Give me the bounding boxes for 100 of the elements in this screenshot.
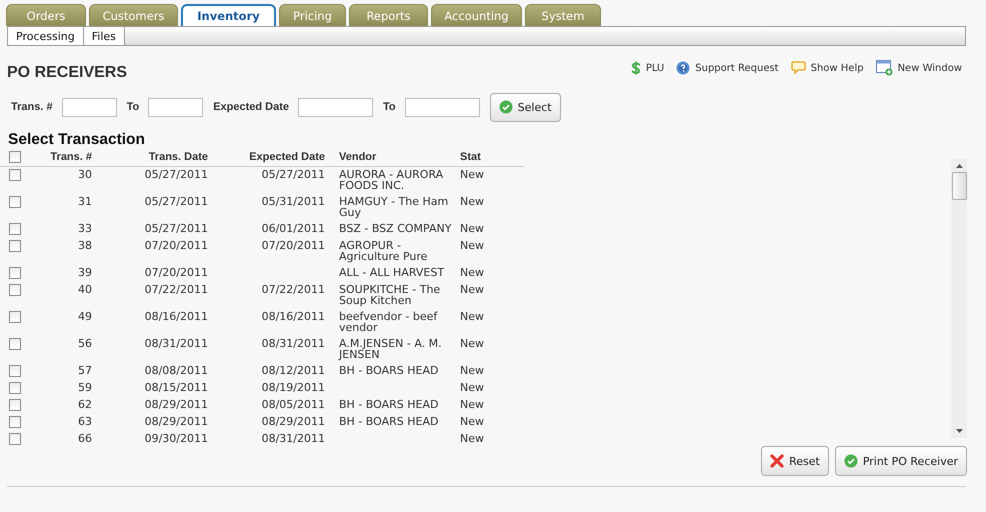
print-button[interactable]: Print PO Receiver (834, 446, 967, 476)
row-checkbox[interactable] (9, 284, 21, 296)
reset-button[interactable]: Reset (761, 446, 829, 476)
table-cell: 31 (78, 195, 92, 208)
table-cell: ALL - ALL HARVEST (339, 266, 444, 279)
table-cell: 05/31/2011 (262, 195, 325, 208)
table-cell: 39 (78, 266, 92, 279)
table-cell: BH - BOARS HEAD (339, 415, 438, 428)
table-cell: SOUPKITCHE - The Soup Kitchen (339, 283, 440, 307)
table-cell: 05/27/2011 (262, 168, 325, 181)
help-icon (676, 61, 690, 75)
select-all-checkbox[interactable] (9, 151, 21, 163)
table-cell: New (460, 337, 484, 350)
table-cell: 07/20/2011 (144, 266, 208, 279)
toolbar-link[interactable]: New Window (876, 60, 962, 76)
row-checkbox[interactable] (9, 223, 21, 235)
table-cell: New (460, 195, 484, 208)
table-cell: A.M.JENSEN - A. M. JENSEN (339, 337, 442, 361)
table-cell: 08/08/2011 (144, 364, 208, 377)
row-checkbox[interactable] (9, 365, 21, 377)
table-cell: 05/27/2011 (144, 168, 208, 181)
input-field[interactable] (62, 98, 117, 116)
table-cell: 08/31/2011 (144, 337, 208, 350)
new-window-icon (876, 60, 893, 76)
dollar-icon (630, 60, 641, 76)
table-cell: 56 (78, 337, 92, 350)
table-cell: New (460, 283, 484, 296)
table-cell: 38 (78, 239, 92, 252)
table-cell: 07/22/2011 (144, 283, 208, 296)
sub-tab[interactable]: Files (84, 27, 125, 45)
row-checkbox[interactable] (9, 338, 21, 350)
table-cell: New (460, 222, 484, 235)
check-icon (844, 454, 858, 468)
toolbar-link[interactable]: PLU (630, 60, 664, 76)
table-cell: New (460, 168, 484, 181)
column-header: Expected Date (249, 151, 325, 163)
check-icon (498, 100, 513, 114)
row-checkbox[interactable] (9, 169, 21, 181)
column-header: Vendor (339, 151, 376, 163)
field-label: To (383, 101, 396, 113)
input-field[interactable] (404, 98, 480, 116)
table-cell: 05/27/2011 (144, 222, 208, 235)
table-cell: New (460, 310, 484, 323)
table-cell: 08/29/2011 (144, 398, 208, 411)
section-title: Select Transaction (8, 131, 146, 149)
scrollbar[interactable] (951, 159, 967, 438)
table-cell: 08/16/2011 (144, 310, 208, 323)
input-field[interactable] (148, 98, 204, 116)
table-cell: AURORA - AURORA FOODS INC. (339, 168, 444, 192)
column-header: Trans. # (50, 151, 92, 163)
row-checkbox[interactable] (9, 433, 21, 445)
table-cell: HAMGUY - The Ham Guy (339, 195, 448, 219)
table-cell: 08/12/2011 (262, 364, 325, 377)
table-cell: New (460, 398, 484, 411)
table-cell: 49 (78, 310, 92, 323)
row-checkbox[interactable] (9, 416, 21, 428)
scrollbar-thumb[interactable] (952, 172, 966, 200)
table-cell: beefvendor - beef vendor (339, 310, 438, 334)
table-cell: 08/31/2011 (262, 337, 325, 350)
table-cell: 08/29/2011 (262, 415, 325, 428)
table-cell: 30 (78, 168, 92, 181)
row-checkbox[interactable] (9, 267, 21, 279)
select-button[interactable]: Select (490, 92, 561, 122)
table-cell: BH - BOARS HEAD (339, 364, 438, 377)
table-cell: New (460, 415, 484, 428)
sub-tab[interactable]: Processing (8, 27, 84, 45)
column-header: Stat (460, 151, 481, 163)
table-cell: New (460, 239, 484, 252)
row-checkbox[interactable] (9, 399, 21, 411)
table-cell: 57 (78, 364, 92, 377)
table-cell: AGROPUR - Agriculture Pure (339, 239, 428, 263)
table-cell: 08/19/2011 (262, 381, 325, 394)
table-cell: 09/30/2011 (144, 432, 208, 445)
scroll-up-arrow-icon[interactable] (956, 164, 962, 168)
table-cell: 08/29/2011 (144, 415, 208, 428)
nav-tab[interactable]: Inventory (181, 4, 276, 26)
page-title: PO RECEIVERS (7, 64, 128, 82)
row-checkbox[interactable] (9, 382, 21, 394)
table-cell: New (460, 266, 484, 279)
table-cell: BH - BOARS HEAD (339, 398, 438, 411)
table-cell: 07/20/2011 (144, 239, 208, 252)
table-cell: 63 (78, 415, 92, 428)
table-cell: BSZ - BSZ COMPANY (339, 222, 452, 235)
table-cell: 08/05/2011 (262, 398, 325, 411)
table-cell: 06/01/2011 (262, 222, 325, 235)
close-icon (770, 454, 784, 468)
speech-bubble-icon (790, 61, 806, 75)
toolbar-link[interactable]: Support Request (676, 60, 779, 76)
table-cell: 08/16/2011 (262, 310, 325, 323)
scroll-down-arrow-icon[interactable] (956, 429, 962, 433)
row-checkbox[interactable] (9, 240, 21, 252)
input-field[interactable] (298, 98, 374, 116)
table-cell: 40 (78, 283, 92, 296)
toolbar-link[interactable]: Show Help (790, 60, 864, 76)
table-cell: 07/20/2011 (262, 239, 325, 252)
table-cell: 66 (78, 432, 92, 445)
row-checkbox[interactable] (9, 311, 21, 323)
table-cell: 08/15/2011 (144, 381, 208, 394)
field-label: To (126, 101, 140, 113)
row-checkbox[interactable] (9, 196, 21, 208)
